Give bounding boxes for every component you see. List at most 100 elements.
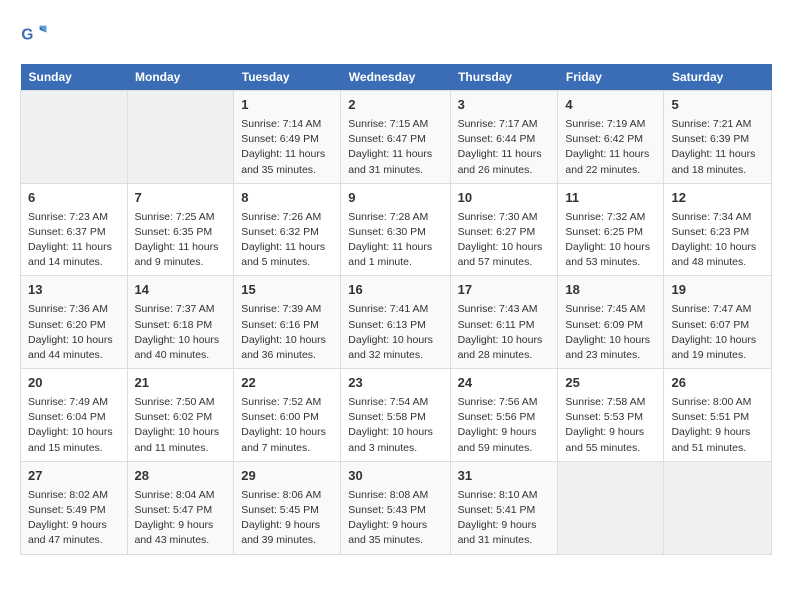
calendar-cell: 3Sunrise: 7:17 AM Sunset: 6:44 PM Daylig… [450, 91, 558, 184]
cell-day-number: 17 [458, 281, 551, 300]
calendar-cell [558, 461, 664, 554]
cell-day-number: 23 [348, 374, 442, 393]
calendar-cell: 22 Sunrise: 7:52 AM Sunset: 6:00 PM Dayli… [234, 369, 341, 462]
cell-info: Sunrise: 8:02 AM Sunset: 5:49 PM Dayligh… [28, 488, 120, 549]
cell-info: Sunrise: 8:08 AM Sunset: 5:43 PM Dayligh… [348, 488, 442, 549]
cell-info: Sunrise: 7:39 AM Sunset: 6:16 PM Dayligh… [241, 302, 333, 363]
cell-day-number: 16 [348, 281, 442, 300]
cell-info: Sunrise: 7:43 AM Sunset: 6:11 PM Dayligh… [458, 302, 551, 363]
cell-day-number: 6 [28, 189, 120, 208]
calendar-cell [21, 91, 128, 184]
cell-day-number: 8 [241, 189, 333, 208]
cell-info: Sunrise: 7:26 AM Sunset: 6:32 PM Dayligh… [241, 210, 333, 271]
day-header-monday: Monday [127, 64, 234, 91]
cell-day-number: 14 [135, 281, 227, 300]
calendar-cell: 13Sunrise: 7:36 AM Sunset: 6:20 PM Dayli… [21, 276, 128, 369]
cell-info: Sunrise: 7:23 AM Sunset: 6:37 PM Dayligh… [28, 210, 120, 271]
calendar-cell: 8 Sunrise: 7:26 AM Sunset: 6:32 PM Daylig… [234, 183, 341, 276]
calendar-cell: 12 Sunrise: 7:34 AM Sunset: 6:23 PM Dayli… [664, 183, 772, 276]
calendar-cell: 29 Sunrise: 8:06 AM Sunset: 5:45 PM Dayli… [234, 461, 341, 554]
calendar-cell: 9 Sunrise: 7:28 AM Sunset: 6:30 PM Daylig… [341, 183, 450, 276]
calendar-cell: 7 Sunrise: 7:25 AM Sunset: 6:35 PM Daylig… [127, 183, 234, 276]
cell-info: Sunrise: 7:15 AM Sunset: 6:47 PM Dayligh… [348, 117, 442, 178]
calendar-cell: 1 Sunrise: 7:14 AM Sunset: 6:49 PM Daylig… [234, 91, 341, 184]
cell-day-number: 25 [565, 374, 656, 393]
cell-day-number: 2 [348, 96, 442, 115]
calendar-cell: 31 Sunrise: 8:10 AM Sunset: 5:41 PM Dayli… [450, 461, 558, 554]
week-row-1: 1 Sunrise: 7:14 AM Sunset: 6:49 PM Daylig… [21, 91, 772, 184]
cell-info: Sunrise: 7:34 AM Sunset: 6:23 PM Dayligh… [671, 210, 764, 271]
calendar-cell: 16 Sunrise: 7:41 AM Sunset: 6:13 PM Dayli… [341, 276, 450, 369]
day-header-wednesday: Wednesday [341, 64, 450, 91]
cell-info: Sunrise: 7:54 AM Sunset: 5:58 PM Dayligh… [348, 395, 442, 456]
cell-day-number: 9 [348, 189, 442, 208]
week-row-2: 6 Sunrise: 7:23 AM Sunset: 6:37 PM Daylig… [21, 183, 772, 276]
cell-day-number: 27 [28, 467, 120, 486]
cell-day-number: 7 [135, 189, 227, 208]
week-row-3: 13Sunrise: 7:36 AM Sunset: 6:20 PM Dayli… [21, 276, 772, 369]
cell-info: Sunrise: 7:52 AM Sunset: 6:00 PM Dayligh… [241, 395, 333, 456]
cell-info: Sunrise: 7:32 AM Sunset: 6:25 PM Dayligh… [565, 210, 656, 271]
cell-day-number: 5 [671, 96, 764, 115]
cell-day-number: 28 [135, 467, 227, 486]
cell-info: Sunrise: 7:49 AM Sunset: 6:04 PM Dayligh… [28, 395, 120, 456]
calendar-cell: 27 Sunrise: 8:02 AM Sunset: 5:49 PM Dayli… [21, 461, 128, 554]
day-header-tuesday: Tuesday [234, 64, 341, 91]
day-header-thursday: Thursday [450, 64, 558, 91]
day-header-saturday: Saturday [664, 64, 772, 91]
calendar-cell: 25 Sunrise: 7:58 AM Sunset: 5:53 PM Dayli… [558, 369, 664, 462]
calendar-cell: 23 Sunrise: 7:54 AM Sunset: 5:58 PM Dayli… [341, 369, 450, 462]
calendar-cell [127, 91, 234, 184]
cell-info: Sunrise: 7:21 AM Sunset: 6:39 PM Dayligh… [671, 117, 764, 178]
week-row-4: 20 Sunrise: 7:49 AM Sunset: 6:04 PM Dayli… [21, 369, 772, 462]
cell-day-number: 29 [241, 467, 333, 486]
cell-info: Sunrise: 7:25 AM Sunset: 6:35 PM Dayligh… [135, 210, 227, 271]
calendar-cell: 21Sunrise: 7:50 AM Sunset: 6:02 PM Dayli… [127, 369, 234, 462]
cell-day-number: 22 [241, 374, 333, 393]
svg-text:G: G [21, 27, 33, 44]
cell-day-number: 1 [241, 96, 333, 115]
cell-info: Sunrise: 7:58 AM Sunset: 5:53 PM Dayligh… [565, 395, 656, 456]
cell-info: Sunrise: 8:04 AM Sunset: 5:47 PM Dayligh… [135, 488, 227, 549]
cell-info: Sunrise: 8:00 AM Sunset: 5:51 PM Dayligh… [671, 395, 764, 456]
day-header-sunday: Sunday [21, 64, 128, 91]
cell-day-number: 30 [348, 467, 442, 486]
cell-info: Sunrise: 7:14 AM Sunset: 6:49 PM Dayligh… [241, 117, 333, 178]
days-header-row: SundayMondayTuesdayWednesdayThursdayFrid… [21, 64, 772, 91]
cell-info: Sunrise: 8:06 AM Sunset: 5:45 PM Dayligh… [241, 488, 333, 549]
calendar-cell: 4 Sunrise: 7:19 AM Sunset: 6:42 PM Daylig… [558, 91, 664, 184]
cell-info: Sunrise: 7:47 AM Sunset: 6:07 PM Dayligh… [671, 302, 764, 363]
calendar-cell: 30 Sunrise: 8:08 AM Sunset: 5:43 PM Dayli… [341, 461, 450, 554]
calendar-cell: 20 Sunrise: 7:49 AM Sunset: 6:04 PM Dayli… [21, 369, 128, 462]
cell-day-number: 19 [671, 281, 764, 300]
cell-info: Sunrise: 7:41 AM Sunset: 6:13 PM Dayligh… [348, 302, 442, 363]
calendar-cell: 18Sunrise: 7:45 AM Sunset: 6:09 PM Dayli… [558, 276, 664, 369]
calendar-cell: 26Sunrise: 8:00 AM Sunset: 5:51 PM Dayli… [664, 369, 772, 462]
calendar-cell [664, 461, 772, 554]
cell-day-number: 4 [565, 96, 656, 115]
calendar-cell: 15 Sunrise: 7:39 AM Sunset: 6:16 PM Dayli… [234, 276, 341, 369]
week-row-5: 27 Sunrise: 8:02 AM Sunset: 5:49 PM Dayli… [21, 461, 772, 554]
day-header-friday: Friday [558, 64, 664, 91]
cell-info: Sunrise: 7:17 AM Sunset: 6:44 PM Dayligh… [458, 117, 551, 178]
cell-info: Sunrise: 8:10 AM Sunset: 5:41 PM Dayligh… [458, 488, 551, 549]
cell-info: Sunrise: 7:50 AM Sunset: 6:02 PM Dayligh… [135, 395, 227, 456]
cell-day-number: 12 [671, 189, 764, 208]
cell-day-number: 13 [28, 281, 120, 300]
cell-info: Sunrise: 7:28 AM Sunset: 6:30 PM Dayligh… [348, 210, 442, 271]
cell-day-number: 31 [458, 467, 551, 486]
cell-day-number: 20 [28, 374, 120, 393]
logo-icon: G [20, 20, 48, 48]
cell-info: Sunrise: 7:19 AM Sunset: 6:42 PM Dayligh… [565, 117, 656, 178]
calendar-cell: 24 Sunrise: 7:56 AM Sunset: 5:56 PM Dayli… [450, 369, 558, 462]
calendar-cell: 28 Sunrise: 8:04 AM Sunset: 5:47 PM Dayli… [127, 461, 234, 554]
cell-day-number: 15 [241, 281, 333, 300]
calendar-cell: 11Sunrise: 7:32 AM Sunset: 6:25 PM Dayli… [558, 183, 664, 276]
calendar-cell: 10Sunrise: 7:30 AM Sunset: 6:27 PM Dayli… [450, 183, 558, 276]
cell-day-number: 10 [458, 189, 551, 208]
cell-info: Sunrise: 7:56 AM Sunset: 5:56 PM Dayligh… [458, 395, 551, 456]
page-header: G [20, 20, 772, 48]
calendar-cell: 6 Sunrise: 7:23 AM Sunset: 6:37 PM Daylig… [21, 183, 128, 276]
cell-info: Sunrise: 7:37 AM Sunset: 6:18 PM Dayligh… [135, 302, 227, 363]
cell-day-number: 24 [458, 374, 551, 393]
